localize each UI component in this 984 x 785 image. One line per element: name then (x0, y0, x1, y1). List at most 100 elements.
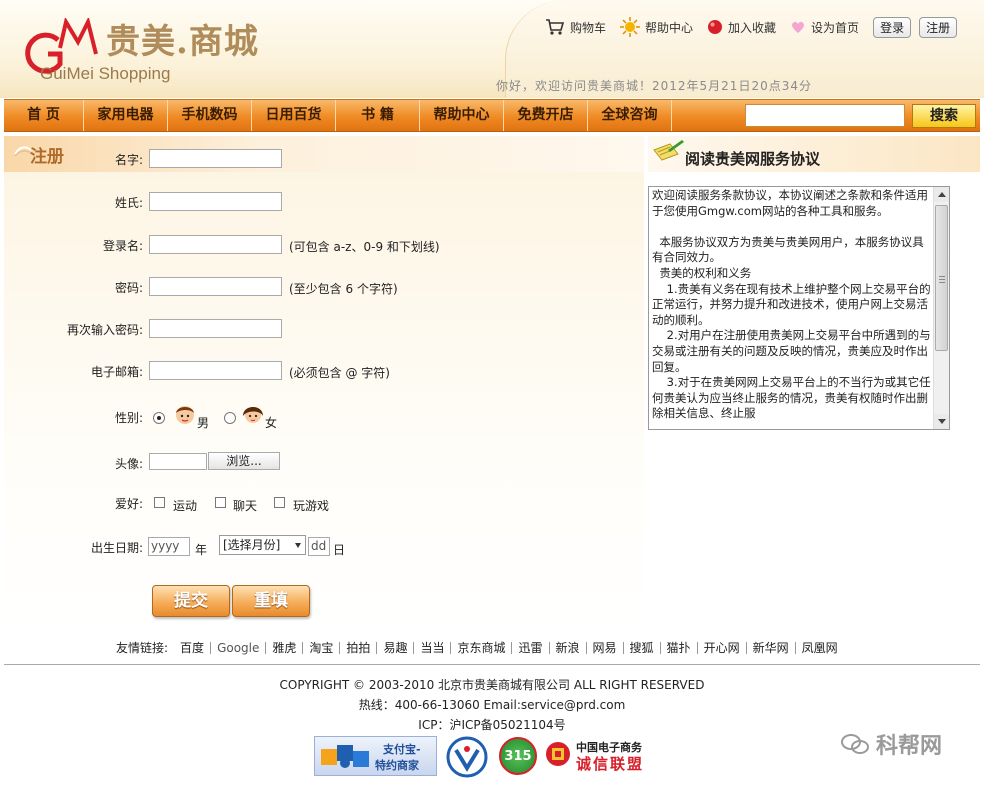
girl-avatar-icon (243, 407, 263, 423)
friend-link[interactable]: 京东商城 (450, 641, 511, 654)
credit-alliance-logo-icon (546, 742, 570, 766)
hobby-chat-checkbox[interactable] (215, 497, 226, 508)
friend-link[interactable]: 易趣 (376, 641, 413, 654)
password-confirm-label: 再次输入密码: (66, 323, 143, 337)
agreement-scrollbar[interactable] (933, 187, 949, 429)
badge-315[interactable]: 315 (499, 737, 537, 775)
red-ball-icon (708, 20, 723, 34)
main-nav: 首 页 家用电器 手机数码 日用百货 书 籍 帮助中心 免费开店 全球咨询 搜索 (4, 99, 980, 132)
badge-315-text: 315 (504, 749, 532, 764)
browse-button[interactable]: 浏览... (208, 452, 280, 470)
nav-item-consult[interactable]: 全球咨询 (588, 100, 672, 131)
agreement-title: 阅读贵美网服务协议 (685, 150, 821, 168)
favorite-link[interactable]: 加入收藏 (707, 19, 776, 36)
day-unit: 日 (333, 543, 346, 557)
credit-alliance-badge[interactable]: 中国电子商务 诚信联盟 (544, 738, 670, 776)
copyright-text: COPYRIGHT © 2003-2010 北京市贵美商城有限公司 ALL RI… (279, 678, 705, 692)
friend-link[interactable]: 淘宝 (302, 641, 339, 654)
gender-male-radio[interactable] (153, 412, 165, 424)
agreement-text: 欢迎阅读服务条款协议，本协议阐述之条款和条件适用于您使用Gmgw.com网站的各… (652, 188, 931, 421)
alipay-badge[interactable]: 支付宝- 特约商家 (314, 736, 437, 776)
gender-female-radio[interactable] (224, 412, 236, 424)
register-button[interactable]: 注册 (919, 16, 958, 38)
day-input[interactable]: dd (308, 537, 330, 556)
nav-item-daily[interactable]: 日用百货 (252, 100, 336, 131)
friend-link[interactable]: 猫扑 (659, 641, 697, 654)
alipay-line2: 特约商家 (375, 759, 419, 772)
nav-item-books[interactable]: 书 籍 (336, 100, 420, 131)
friend-link[interactable]: 当当 (413, 641, 450, 654)
search-input[interactable] (745, 104, 905, 127)
hobby-game-label: 玩游戏 (293, 499, 330, 513)
hobby-label: 爱好: (114, 497, 143, 511)
password-input[interactable] (149, 277, 282, 296)
hobby-game-checkbox[interactable] (274, 497, 285, 508)
cart-link[interactable]: 购物车 (545, 18, 606, 36)
reset-button[interactable]: 重填 (232, 585, 310, 617)
avatar-label: 头像: (114, 457, 143, 471)
friend-link[interactable]: 开心网 (696, 641, 746, 654)
sun-icon (620, 17, 641, 37)
consumer-protection-icon[interactable] (444, 736, 490, 778)
submit-button[interactable]: 提交 (152, 585, 230, 617)
friend-link[interactable]: 百度 (178, 642, 210, 654)
search-button[interactable]: 搜索 (912, 104, 976, 128)
scroll-thumb[interactable] (935, 205, 948, 351)
footer-divider (4, 664, 980, 665)
friend-link[interactable]: 凤凰网 (794, 641, 844, 654)
month-select[interactable]: [选择月份] (219, 535, 306, 555)
password-label: 密码: (114, 281, 143, 295)
watermark-text: 科帮网 (876, 734, 943, 759)
friend-link[interactable]: 新浪 (548, 641, 586, 654)
favorite-label: 加入收藏 (728, 20, 777, 35)
avatar-file-input[interactable] (149, 453, 207, 470)
nav-item-digital[interactable]: 手机数码 (168, 100, 252, 131)
email-hint: (必须包含 @ 字符) (289, 366, 390, 380)
puzzle-icon (321, 745, 369, 768)
logo-text-en: GuiMei Shopping (40, 64, 171, 83)
password-confirm-input[interactable] (149, 319, 282, 338)
lastname-input[interactable] (149, 192, 282, 211)
friend-link[interactable]: 拍拍 (339, 641, 376, 654)
friend-links: 友情链接: 百度 Google 雅虎 淘宝 拍拍 易趣 当当 京东商城 迅雷 新… (116, 639, 844, 656)
top-links: 购物车 帮助中心 加入收藏 设为首页 登录 注册 (545, 16, 965, 38)
homepage-label: 设为首页 (811, 20, 860, 35)
email-label: 电子邮箱: (90, 365, 143, 379)
year-input[interactable]: yyyy (148, 537, 190, 556)
welcome-text: 你好，欢迎访问贵美商城！2012年5月21日20点34分 (496, 79, 812, 93)
email-input[interactable] (149, 361, 282, 380)
friend-link[interactable]: 雅虎 (265, 641, 302, 654)
login-button[interactable]: 登录 (873, 16, 912, 38)
alipay-line1: 支付宝- (383, 743, 421, 756)
password-hint: (至少包含 6 个字符) (289, 282, 398, 296)
cart-label: 购物车 (570, 20, 607, 35)
username-hint: (可包含 a-z、0-9 和下划线) (289, 240, 440, 254)
boy-avatar-icon (176, 406, 194, 424)
month-select-value: [选择月份] (223, 538, 281, 552)
credit-line2: 诚信联盟 (576, 755, 645, 773)
friend-link[interactable]: Google (210, 641, 265, 654)
firstname-label: 名字: (114, 153, 143, 167)
nav-item-open-shop[interactable]: 免费开店 (504, 100, 588, 131)
homepage-link[interactable]: 设为首页 (790, 19, 859, 36)
hobby-sport-checkbox[interactable] (154, 497, 165, 508)
firstname-input[interactable] (149, 149, 282, 168)
icp-text: ICP：沪ICP备05021104号 (418, 718, 566, 732)
friend-link[interactable]: 迅雷 (511, 641, 548, 654)
gender-male-label: 男 (197, 416, 210, 430)
watermark: 科帮网 (840, 728, 942, 760)
agreement-textarea[interactable]: 欢迎阅读服务条款协议，本协议阐述之条款和条件适用于您使用Gmgw.com网站的各… (648, 186, 950, 430)
nav-item-home[interactable]: 首 页 (4, 100, 84, 131)
gender-female-label: 女 (265, 416, 278, 430)
help-link[interactable]: 帮助中心 (620, 17, 693, 37)
friend-link[interactable]: 网易 (585, 641, 623, 654)
friend-link[interactable]: 搜狐 (622, 641, 660, 654)
friend-link[interactable]: 新华网 (745, 641, 795, 654)
username-input[interactable] (149, 235, 282, 254)
scroll-up-icon[interactable] (934, 187, 949, 202)
heart-icon (792, 21, 804, 33)
nav-item-appliances[interactable]: 家用电器 (84, 100, 168, 131)
nav-item-help[interactable]: 帮助中心 (420, 100, 504, 131)
username-label: 登录名: (102, 239, 143, 253)
scroll-down-icon[interactable] (934, 414, 949, 429)
